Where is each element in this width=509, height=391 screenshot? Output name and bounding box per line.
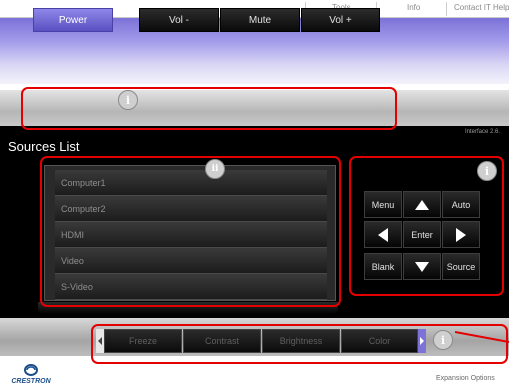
sources-list-title: Sources List — [8, 139, 80, 154]
annotation-pointer — [455, 331, 509, 343]
info-icon-ii: ii — [205, 159, 225, 179]
crestron-logo: CRESTRON — [10, 362, 52, 391]
info-icon: i — [433, 330, 453, 350]
info-icon: i — [477, 161, 497, 181]
annotation-box-sources — [40, 156, 341, 307]
power-button[interactable]: Power — [33, 8, 113, 32]
info-link[interactable]: Info — [407, 3, 420, 12]
interface-version: Interface 2.6. — [465, 129, 501, 135]
annotation-box-control-bar — [21, 87, 397, 130]
separator — [446, 2, 447, 16]
info-icon: i — [118, 90, 138, 110]
contact-it-help-link[interactable]: Contact IT Help — [454, 3, 509, 12]
volume-down-button[interactable]: Vol - — [139, 8, 219, 32]
volume-up-button[interactable]: Vol + — [301, 8, 380, 32]
crestron-logo-text: CRESTRON — [11, 378, 51, 385]
expansion-options-link[interactable]: Expansion Options — [436, 375, 495, 382]
mute-button[interactable]: Mute — [220, 8, 300, 32]
crestron-logo-icon: CRESTRON — [11, 364, 52, 385]
